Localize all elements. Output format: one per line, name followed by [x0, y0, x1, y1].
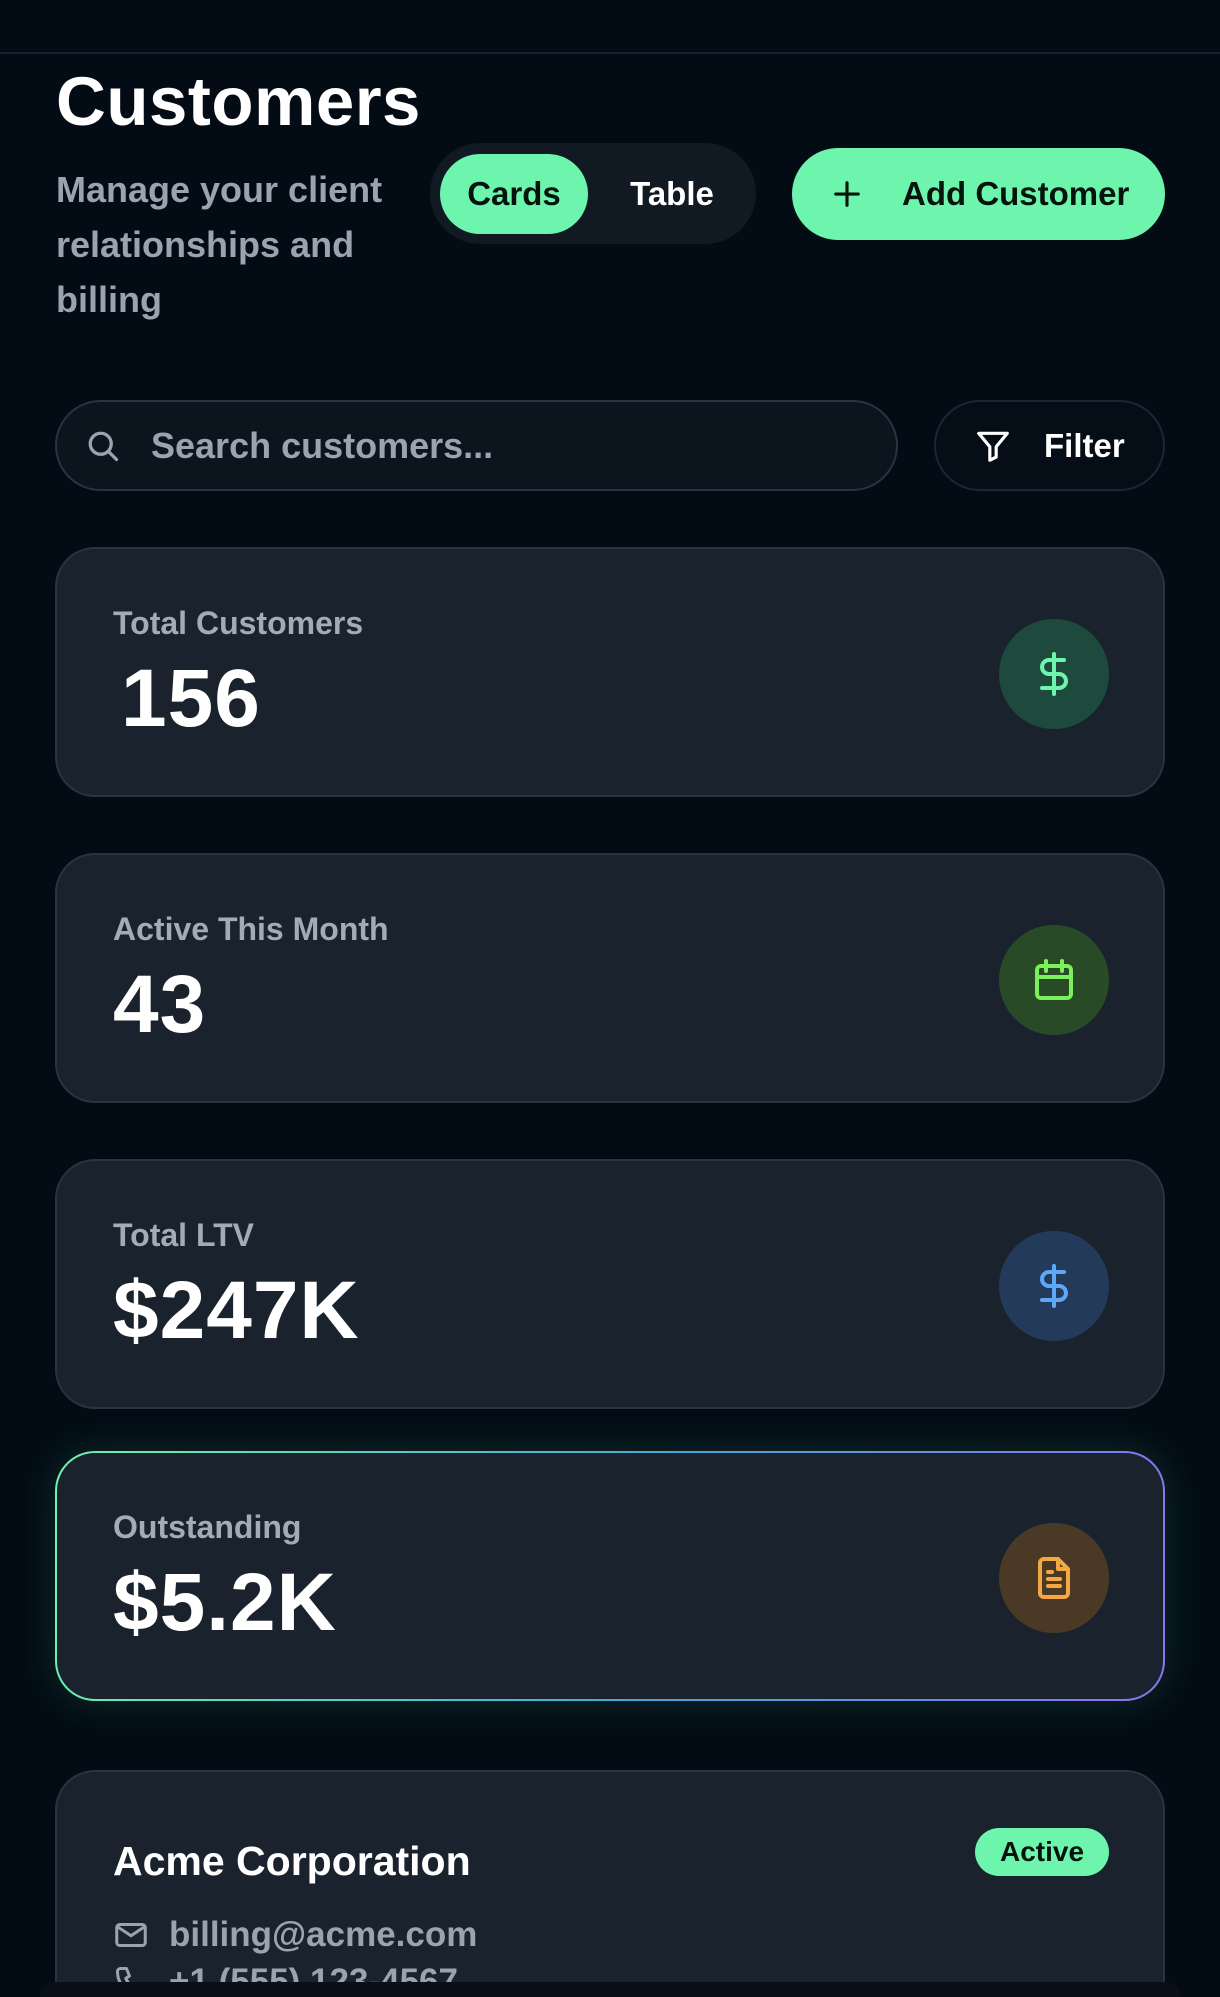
add-customer-label: Add Customer	[902, 175, 1130, 212]
document-icon	[1038, 1557, 1070, 1599]
filter-button[interactable]: Filter	[934, 400, 1165, 491]
stat-icon-badge	[999, 619, 1109, 729]
stat-card-total-ltv: Total LTV $247K	[55, 1159, 1165, 1409]
stat-card-active-this-month: Active This Month 43	[55, 853, 1165, 1103]
customer-card[interactable]: Acme Corporation Active billing@acme.com…	[55, 1770, 1165, 1997]
view-toggle: Cards Table	[430, 143, 756, 244]
page-title: Customers	[56, 63, 421, 140]
search-icon	[88, 431, 119, 461]
mail-icon	[115, 1923, 147, 1947]
bottom-bar-edge	[40, 1982, 1180, 1997]
stat-label: Total Customers	[113, 605, 364, 641]
stat-label: Total LTV	[113, 1217, 255, 1253]
page-subtitle: Manage your client relationships and bil…	[56, 169, 383, 320]
search-field[interactable]	[55, 400, 898, 491]
stat-value: 156	[121, 653, 261, 744]
stat-icon-badge	[999, 1231, 1109, 1341]
stat-icon-badge	[999, 925, 1109, 1035]
stat-value: 43	[113, 959, 207, 1050]
stat-card-outstanding: Outstanding $5.2K	[55, 1451, 1165, 1701]
stat-value: $5.2K	[113, 1557, 337, 1648]
customer-email[interactable]: billing@acme.com	[169, 1915, 477, 1955]
plus-icon	[834, 181, 860, 207]
dollar-icon	[1040, 1264, 1068, 1308]
customer-email-row: billing@acme.com	[113, 1915, 477, 1955]
cards-view-button[interactable]: Cards	[440, 154, 588, 234]
stat-icon-badge	[999, 1523, 1109, 1633]
stat-value: $247K	[113, 1265, 360, 1356]
filter-label: Filter	[1044, 426, 1125, 464]
stat-card-total-customers: Total Customers 156	[55, 547, 1165, 797]
search-input[interactable]	[151, 424, 851, 467]
calendar-icon	[1035, 959, 1073, 1000]
add-customer-button[interactable]: Add Customer	[792, 148, 1165, 240]
filter-icon	[977, 431, 1009, 462]
stat-label: Active This Month	[113, 911, 389, 947]
customer-name: Acme Corporation	[113, 1838, 471, 1884]
table-view-button[interactable]: Table	[598, 154, 746, 234]
status-badge: Active	[975, 1828, 1110, 1876]
top-divider	[0, 52, 1220, 54]
dollar-icon	[1040, 652, 1068, 696]
stat-label: Outstanding	[113, 1509, 302, 1545]
